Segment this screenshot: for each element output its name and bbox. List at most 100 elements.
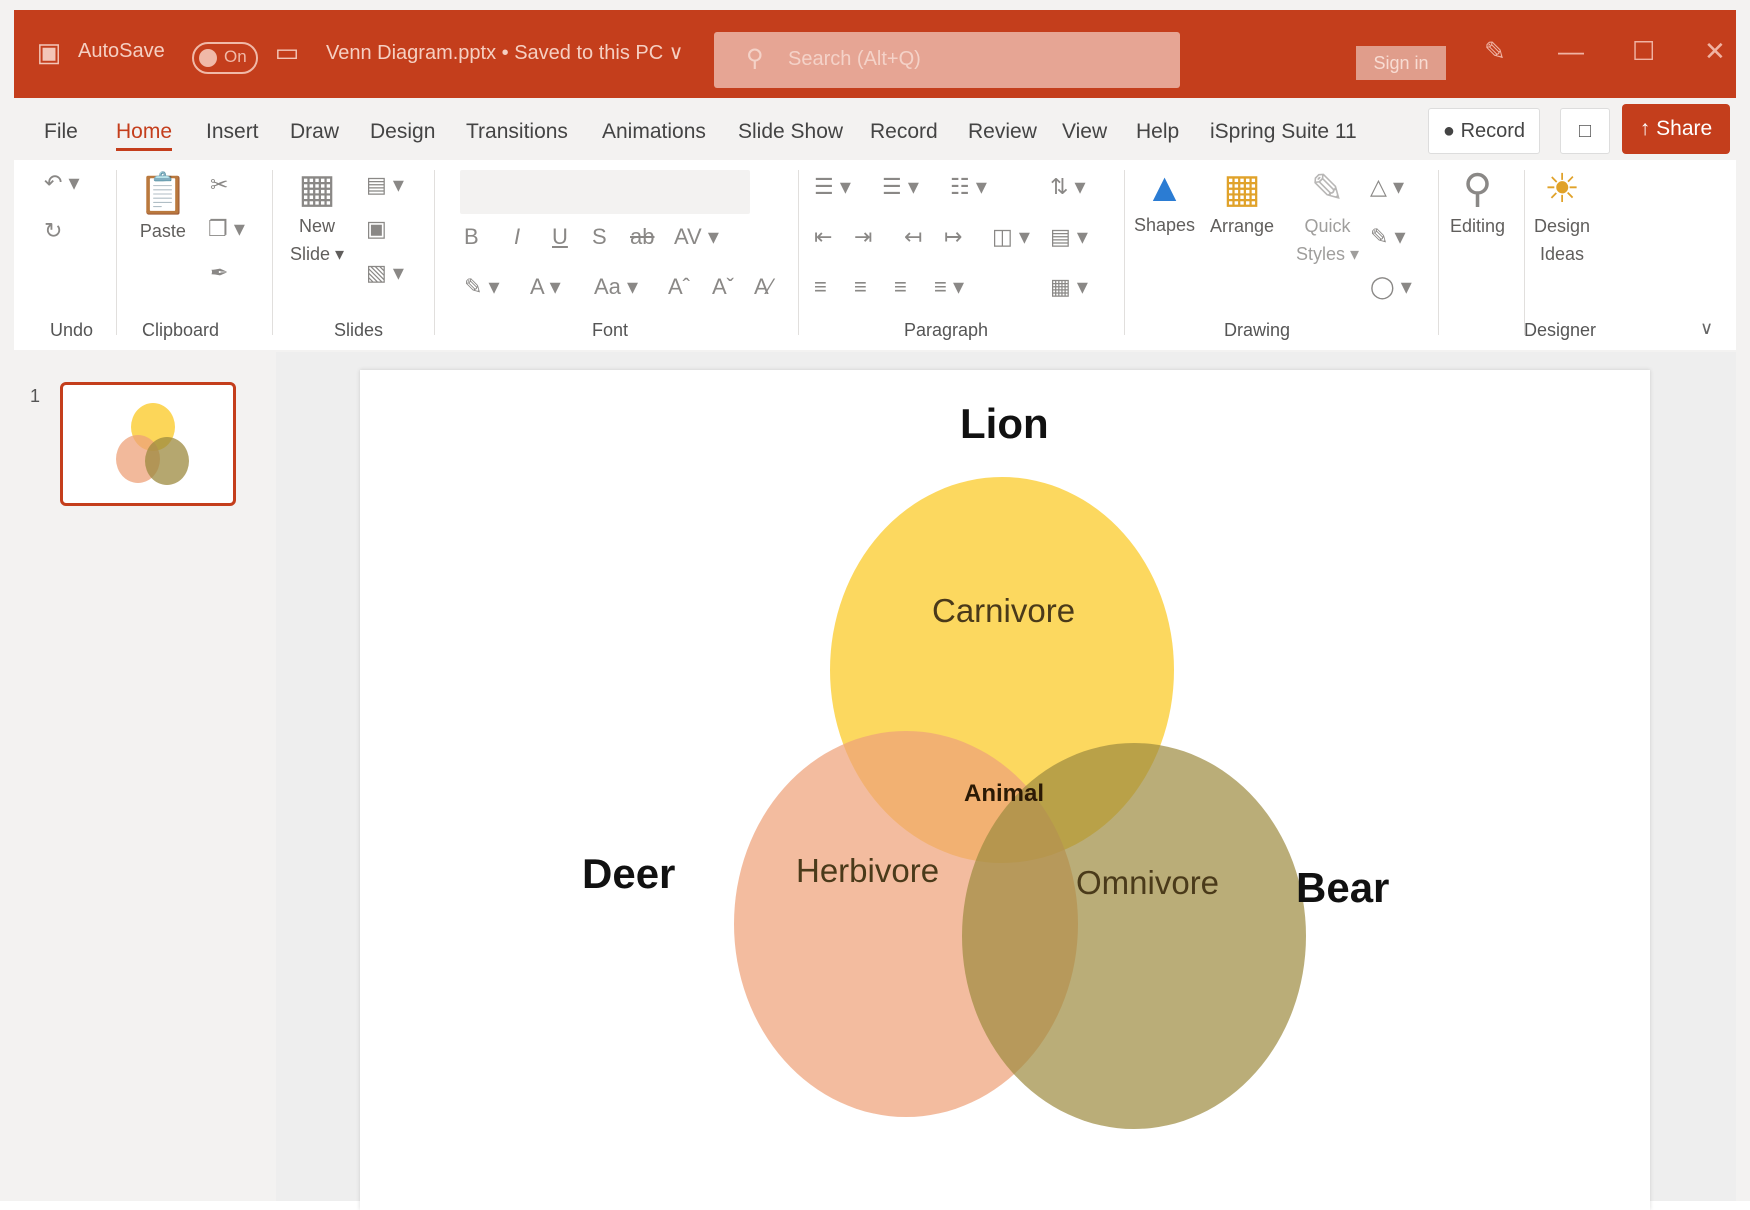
clear-formatting-icon[interactable]: A⁄ — [754, 274, 772, 300]
shape-outline-icon[interactable]: ✎ ▾ — [1370, 224, 1406, 250]
group-label-font: Font — [592, 320, 629, 340]
cut-icon[interactable]: ✂ — [210, 172, 228, 198]
numbering-icon[interactable]: ☰ ▾ — [882, 174, 919, 200]
record-button[interactable]: ● Record — [1428, 108, 1540, 154]
quick-styles-button[interactable]: ✎ Quick Styles ▾ — [1296, 166, 1359, 268]
undo-icon[interactable]: ↶ ▾ — [44, 170, 80, 196]
reset-icon[interactable]: ▣ — [366, 216, 387, 242]
animal-label[interactable]: Animal — [964, 780, 1044, 808]
carnivore-label[interactable]: Carnivore — [932, 592, 1075, 630]
search-input[interactable]: ⚲ Search (Alt+Q) — [714, 32, 1180, 88]
tab-insert[interactable]: Insert — [206, 120, 259, 144]
change-case-icon[interactable]: Aa ▾ — [594, 274, 638, 300]
tab-home[interactable]: Home — [116, 120, 173, 151]
group-label-clipboard: Clipboard — [142, 320, 220, 340]
ltr-icon[interactable]: ↦ — [944, 224, 962, 250]
justify-icon[interactable]: ≡ ▾ — [934, 274, 964, 300]
character-spacing-icon[interactable]: AV ▾ — [674, 224, 719, 250]
layout-icon[interactable]: ▤ ▾ — [366, 172, 404, 198]
arrange-button[interactable]: ▦ Arrange — [1210, 166, 1274, 240]
comments-button[interactable]: □ — [1560, 108, 1610, 154]
tab-record[interactable]: Record — [870, 120, 938, 144]
separator — [1124, 170, 1125, 335]
new-slide-button[interactable]: ▦ New Slide ▾ — [290, 166, 344, 268]
search-icon: ⚲ — [746, 45, 764, 72]
minimize-icon[interactable]: — — [1558, 36, 1584, 67]
increase-indent-icon[interactable]: ⇥ — [854, 224, 872, 250]
tab-transitions[interactable]: Transitions — [466, 120, 568, 144]
align-right-icon[interactable]: ≡ — [894, 274, 907, 300]
smartart-icon[interactable]: ▦ ▾ — [1050, 274, 1088, 300]
document-title[interactable]: Venn Diagram.pptx • Saved to this PC ∨ — [326, 40, 683, 65]
shape-fill-icon[interactable]: △ ▾ — [1370, 174, 1404, 200]
tab-help[interactable]: Help — [1136, 120, 1179, 144]
font-name-select[interactable] — [460, 170, 750, 214]
design-ideas-button[interactable]: ☀ Design Ideas — [1534, 166, 1590, 268]
autosave-state: On — [224, 47, 247, 66]
underline-icon[interactable]: U — [552, 224, 568, 250]
herbivore-label[interactable]: Herbivore — [796, 852, 939, 890]
omnivore-label[interactable]: Omnivore — [1076, 864, 1219, 902]
bold-icon[interactable]: B — [464, 224, 479, 250]
ribbon-home: ↶ ▾ ↻ Undo 📋 Paste ✂ ❐ ▾ ✒ Clipboard ▦ New… — [14, 160, 1736, 350]
deer-label[interactable]: Deer — [582, 850, 675, 898]
line-spacing-icon[interactable]: ⇅ ▾ — [1050, 174, 1086, 200]
bear-label[interactable]: Bear — [1296, 864, 1389, 912]
align-center-icon[interactable]: ≡ — [854, 274, 867, 300]
autosave-toggle[interactable]: On — [192, 42, 258, 74]
find-icon: ⚲ — [1462, 167, 1493, 211]
editing-label: Editing — [1450, 216, 1506, 236]
separator — [272, 170, 273, 335]
record-label: Record — [1460, 120, 1526, 142]
grow-font-icon[interactable]: Aˆ — [668, 274, 690, 300]
columns-icon[interactable]: ◫ ▾ — [992, 224, 1030, 250]
arrange-label: Arrange — [1210, 216, 1275, 236]
slide-thumbnail-pane: 1 — [14, 352, 278, 1201]
lion-label[interactable]: Lion — [960, 400, 1049, 448]
rtl-icon[interactable]: ↤ — [904, 224, 922, 250]
tab-slide-show[interactable]: Slide Show — [738, 120, 843, 144]
save-icon[interactable]: ▭ — [270, 32, 304, 72]
align-left-icon[interactable]: ≡ — [814, 274, 827, 300]
editing-button[interactable]: ⚲ Editing — [1450, 166, 1505, 240]
list-level-icon[interactable]: ☷ ▾ — [950, 174, 987, 200]
italic-icon[interactable]: I — [514, 224, 520, 250]
copy-icon[interactable]: ❐ ▾ — [208, 216, 245, 242]
redo-icon[interactable]: ↻ — [44, 218, 62, 244]
slide-thumbnail[interactable] — [60, 382, 236, 506]
shapes-button[interactable]: ▲ Shapes — [1134, 166, 1195, 239]
search-placeholder: Search (Alt+Q) — [788, 48, 921, 70]
tab-animations[interactable]: Animations — [602, 120, 706, 144]
text-direction-icon[interactable]: ▤ ▾ — [1050, 224, 1088, 250]
tab-design[interactable]: Design — [370, 120, 435, 144]
highlight-icon[interactable]: ✎ ▾ — [464, 274, 500, 300]
shrink-font-icon[interactable]: Aˇ — [712, 274, 734, 300]
pen-icon[interactable]: ✎ — [1484, 36, 1506, 67]
font-color-icon[interactable]: A ▾ — [530, 274, 561, 300]
maximize-icon[interactable]: ☐ — [1632, 36, 1655, 67]
sign-in-button[interactable]: Sign in — [1356, 46, 1446, 80]
bullets-icon[interactable]: ☰ ▾ — [814, 174, 851, 200]
strikethrough-icon[interactable]: ab — [630, 224, 654, 250]
tab-ispring[interactable]: iSpring Suite 11 — [1210, 120, 1357, 144]
section-icon[interactable]: ▧ ▾ — [366, 260, 404, 286]
group-label-undo: Undo — [50, 320, 94, 340]
shape-effects-icon[interactable]: ◯ ▾ — [1370, 274, 1412, 300]
tab-draw[interactable]: Draw — [290, 120, 339, 144]
tab-review[interactable]: Review — [968, 120, 1037, 144]
paste-button[interactable]: 📋 Paste — [138, 170, 188, 245]
thumbnail-venn — [116, 403, 189, 485]
slide[interactable]: Lion Deer Bear Carnivore Herbivore Omniv… — [360, 370, 1650, 1210]
tab-file[interactable]: File — [44, 120, 78, 144]
decrease-indent-icon[interactable]: ⇤ — [814, 224, 832, 250]
arrange-icon: ▦ — [1223, 167, 1261, 211]
close-icon[interactable]: ✕ — [1704, 36, 1726, 67]
group-label-drawing: Drawing — [1224, 320, 1291, 340]
format-painter-icon[interactable]: ✒ — [210, 260, 228, 286]
group-label-paragraph: Paragraph — [904, 320, 989, 340]
tab-view[interactable]: View — [1062, 120, 1107, 144]
collapse-ribbon-icon[interactable]: ∨ — [1700, 318, 1713, 339]
group-label-slides: Slides — [334, 320, 384, 340]
strikethrough-s-icon[interactable]: S — [592, 224, 607, 250]
share-button[interactable]: ↑ Share — [1622, 104, 1730, 154]
